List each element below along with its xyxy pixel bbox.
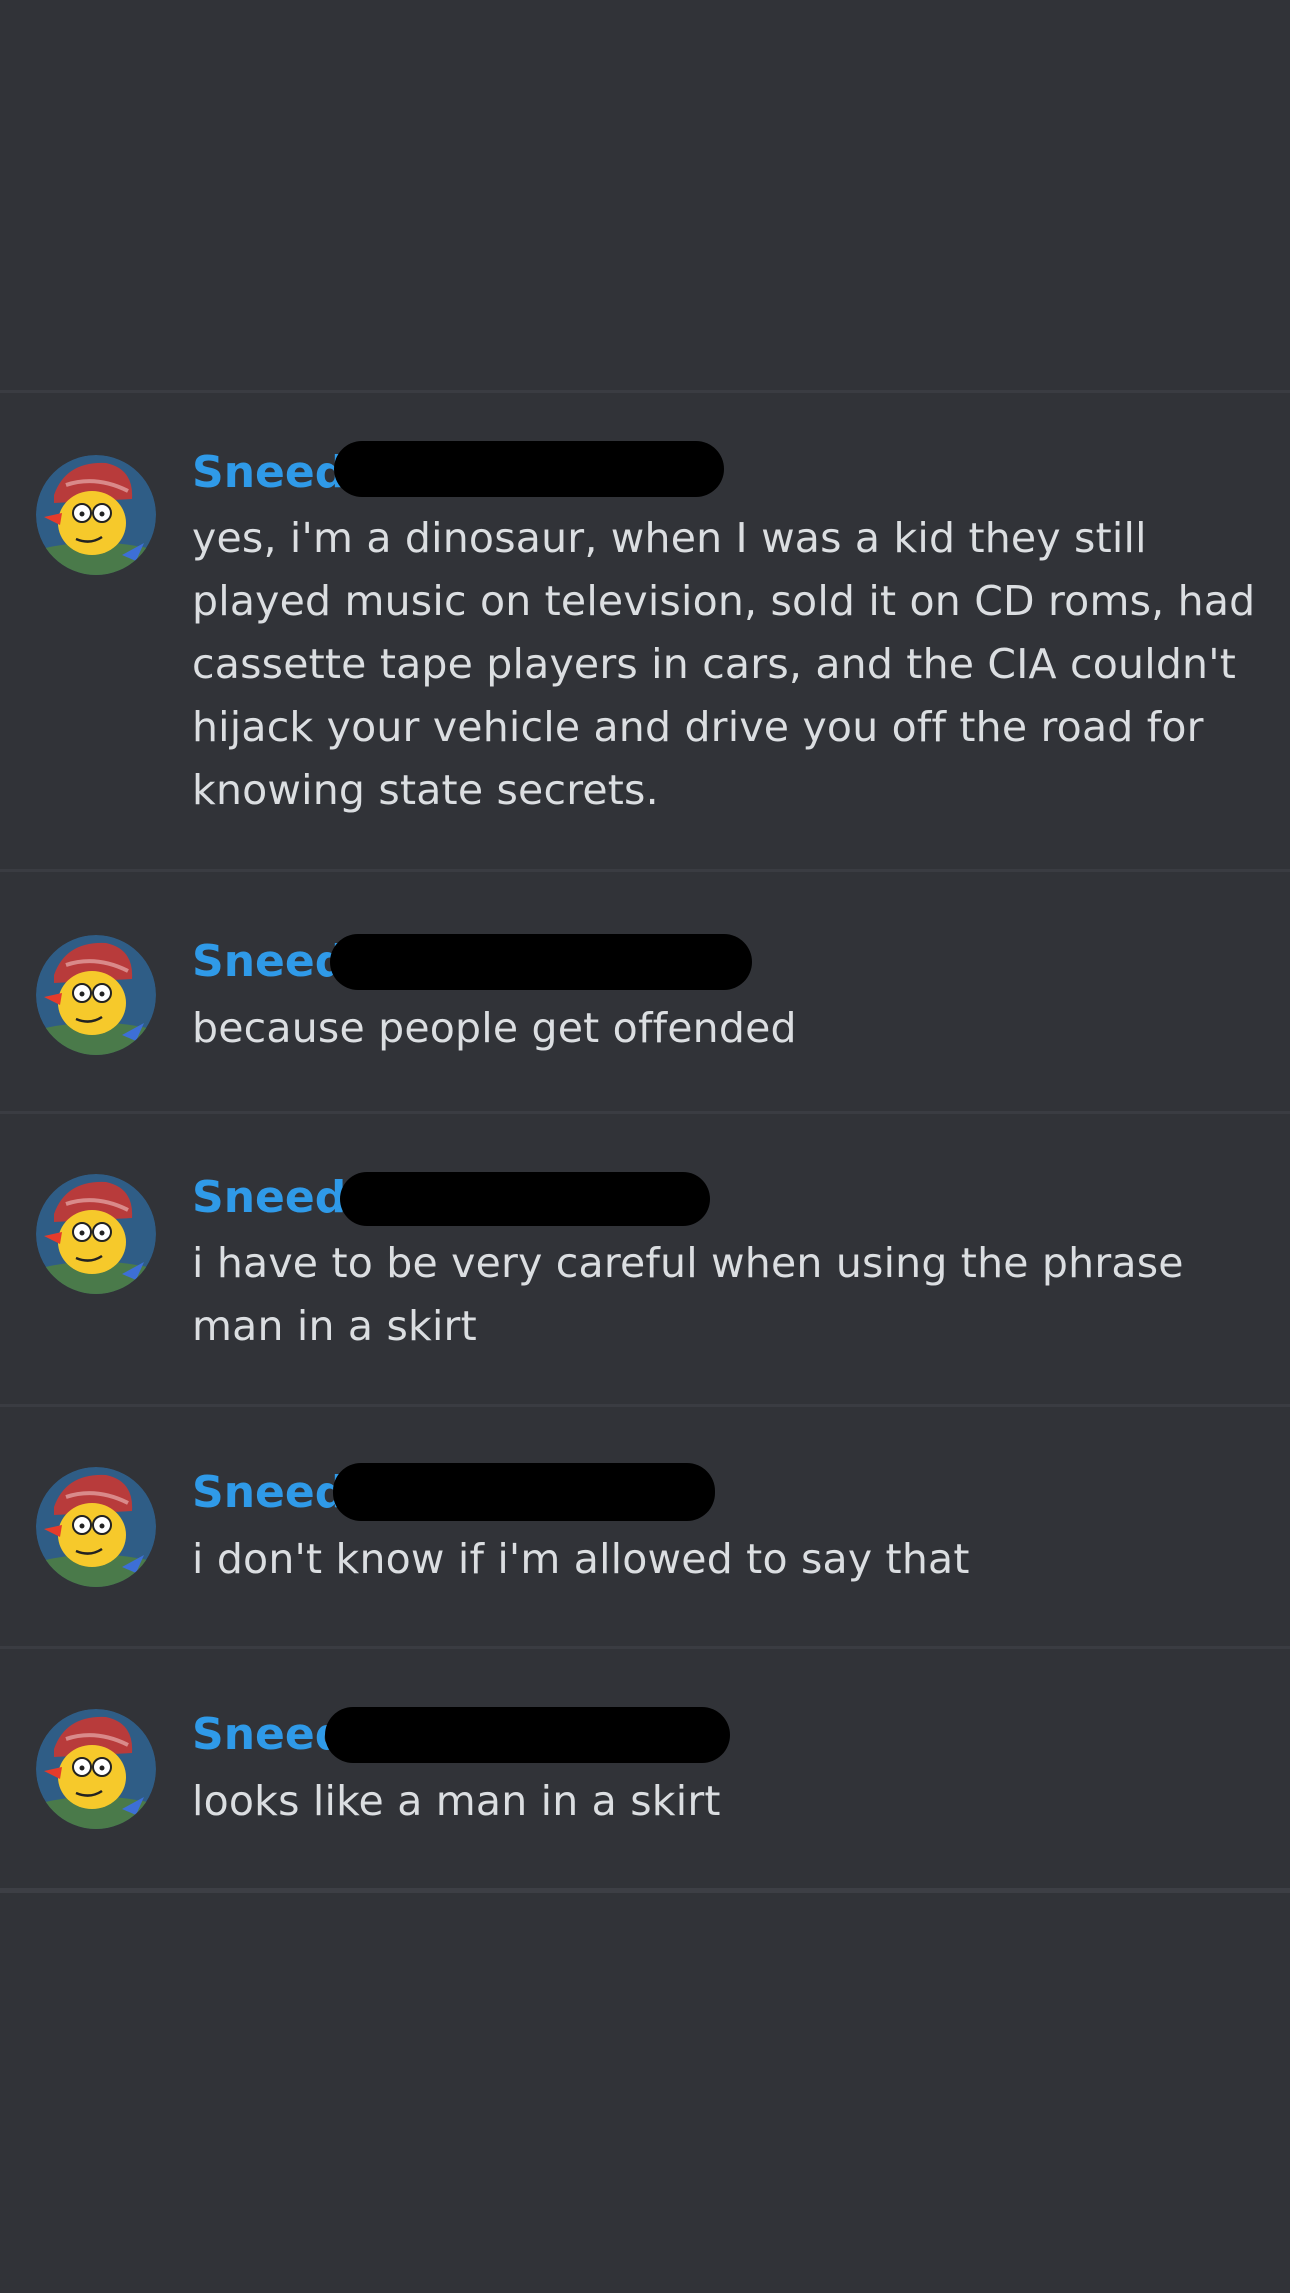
redacted-timestamp	[325, 1707, 730, 1763]
user-avatar[interactable]	[36, 1174, 156, 1294]
message-item[interactable]: Sneed yes, i'm a dinosaur, when I was a …	[0, 393, 1290, 869]
message-text: looks like a man in a skirt	[192, 1777, 721, 1825]
redacted-timestamp	[330, 934, 752, 990]
author-name[interactable]: Sneed	[192, 1172, 346, 1224]
redacted-timestamp	[334, 441, 724, 497]
message-item[interactable]: Sneed i don't know if i'm allowed to say…	[0, 1407, 1290, 1646]
message-text: i have to be very careful when using the…	[192, 1239, 1184, 1350]
message-text: because people get offended	[192, 1004, 797, 1052]
user-avatar[interactable]	[36, 455, 156, 575]
user-avatar[interactable]	[36, 1709, 156, 1829]
message-item[interactable]: Sneed because people get offended	[0, 872, 1290, 1111]
author-name[interactable]: Sneed	[192, 1709, 346, 1761]
message-text: yes, i'm a dinosaur, when I was a kid th…	[192, 514, 1256, 814]
redacted-timestamp	[333, 1463, 715, 1521]
message-text: i don't know if i'm allowed to say that	[192, 1535, 970, 1583]
author-name[interactable]: Sneed	[192, 447, 346, 499]
message-item[interactable]: Sneed looks like a man in a skirt	[0, 1649, 1290, 1888]
message-item[interactable]: Sneed i have to be very careful when usi…	[0, 1114, 1290, 1404]
chat-message-list: Sneed yes, i'm a dinosaur, when I was a …	[0, 390, 1290, 1893]
message-divider	[0, 1888, 1290, 1893]
user-avatar[interactable]	[36, 935, 156, 1055]
user-avatar[interactable]	[36, 1467, 156, 1587]
author-name[interactable]: Sneed	[192, 1467, 346, 1519]
author-name[interactable]: Sneed	[192, 936, 346, 988]
redacted-timestamp	[340, 1172, 710, 1226]
